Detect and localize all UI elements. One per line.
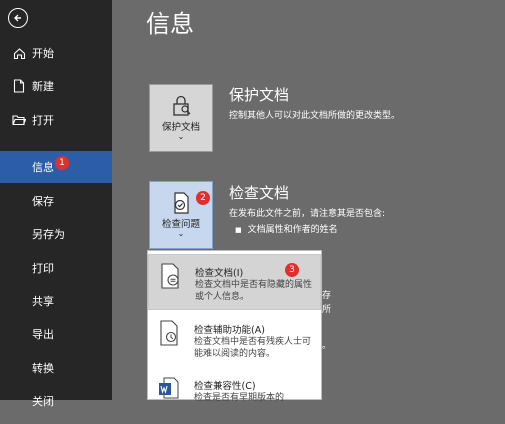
sidebar-item-open[interactable]: 打开: [0, 104, 112, 136]
background-text: 存: [322, 291, 332, 301]
menu-item-description: 检查是否有早期版本的: [194, 393, 285, 403]
sidebar-item-label: 打印: [32, 262, 54, 275]
menu-item-inspect-document[interactable]: 检查文档(I) 检查文档中是否有隐藏的属性或个人信息。 3: [148, 254, 321, 310]
sidebar-item-label: 另存为: [32, 228, 65, 241]
open-folder-icon: [12, 113, 26, 127]
sidebar-item-label: 信息: [32, 161, 54, 174]
menu-item-description: 检查文档中是否有残疾人士可能难以阅读的内容。: [194, 337, 312, 359]
menu-item-check-accessibility[interactable]: 检查辅助功能(A) 检查文档中是否有残疾人士可能难以阅读的内容。: [148, 312, 321, 368]
chevron-down-icon: ⌄: [177, 132, 185, 141]
word-compatibility-icon: [159, 377, 179, 399]
sidebar-item-share[interactable]: 共享: [0, 285, 112, 317]
protect-document-label: 保护文档: [161, 122, 200, 133]
bullet-icon: ■: [235, 226, 242, 234]
step-badge-1: 1: [55, 156, 69, 170]
menu-item-check-compatibility[interactable]: 检查兼容性(C) 检查是否有早期版本的: [148, 368, 321, 424]
menu-item-title: 检查文档(I): [195, 268, 244, 279]
sidebar-item-label: 开始: [32, 47, 54, 60]
sidebar-item-new[interactable]: 新建: [0, 70, 112, 102]
step-badge-2: 2: [196, 191, 210, 205]
sidebar-item-close[interactable]: 关闭: [0, 385, 112, 417]
page-title: 信息: [146, 10, 194, 38]
back-button[interactable]: [8, 8, 28, 28]
back-arrow-icon: [14, 14, 21, 22]
home-icon: [12, 46, 26, 60]
sidebar-item-label: 导出: [32, 328, 54, 341]
protect-title: 保护文档: [229, 86, 290, 104]
inspect-description: 在发布此文件之前，请注意其是否包含:: [229, 209, 386, 219]
inspect-bullet: ■ 文档属性和作者的姓名: [235, 222, 338, 235]
protect-description: 控制其他人可以对此文档所做的更改类型。: [229, 111, 401, 121]
backstage-sidebar: 开始 新建 打开 信息 1 保存 另存为 打印 共享 导出 转换 关闭: [0, 0, 112, 408]
check-document-icon: [174, 192, 189, 214]
menu-item-description: 检查文档中是否有隐藏的属性或个人信息。: [195, 280, 313, 302]
background-text: 。: [322, 341, 332, 351]
sidebar-item-info[interactable]: 信息 1: [0, 151, 112, 183]
sidebar-item-export[interactable]: 导出: [0, 318, 112, 350]
sidebar-item-label: 新建: [32, 80, 54, 93]
protect-document-button[interactable]: 保护文档 ⌄: [149, 84, 213, 152]
sidebar-item-home[interactable]: 开始: [0, 37, 112, 69]
lock-icon: [173, 95, 191, 116]
sidebar-item-save[interactable]: 保存: [0, 185, 112, 217]
sidebar-item-convert[interactable]: 转换: [0, 352, 112, 384]
sidebar-item-label: 共享: [32, 295, 54, 308]
sidebar-item-label: 保存: [32, 195, 54, 208]
inspect-document-icon: [161, 263, 179, 289]
new-document-icon: [12, 79, 26, 93]
check-issues-menu: 检查文档(I) 检查文档中是否有隐藏的属性或个人信息。 3 检查辅助功能(A) …: [147, 250, 322, 403]
sidebar-item-label: 关闭: [32, 395, 54, 408]
inspect-title: 检查文档: [229, 184, 290, 202]
sidebar-item-label: 转换: [32, 362, 54, 375]
menu-item-title: 检查兼容性(C): [194, 381, 256, 392]
background-text: 所: [322, 305, 332, 315]
inspect-bullet-text: 文档属性和作者的姓名: [247, 225, 338, 235]
chevron-down-icon: ⌄: [177, 229, 185, 238]
menu-item-title: 检查辅助功能(A): [194, 325, 265, 336]
check-issues-label: 检查问题: [161, 219, 200, 230]
sidebar-item-label: 打开: [32, 114, 54, 127]
step-badge-3: 3: [285, 263, 299, 277]
sidebar-item-save-as[interactable]: 另存为: [0, 218, 112, 250]
accessibility-check-icon: [160, 320, 178, 346]
sidebar-item-print[interactable]: 打印: [0, 252, 112, 284]
